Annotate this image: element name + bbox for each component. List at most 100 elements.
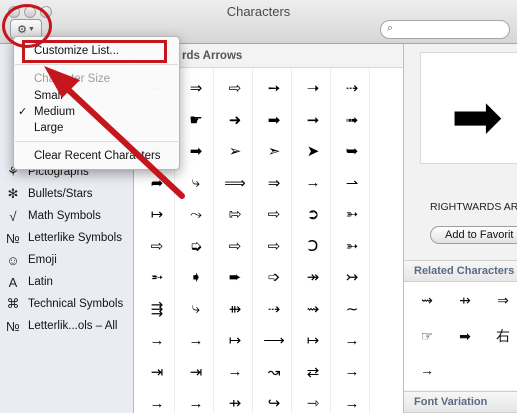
add-to-favorites-button[interactable]: Add to Favorit — [430, 226, 517, 244]
character-cell[interactable]: → — [179, 389, 213, 413]
character-cell[interactable]: → — [335, 326, 369, 354]
character-cell[interactable]: ➧ — [179, 263, 213, 291]
related-character[interactable]: ⇝ — [412, 286, 442, 314]
character-cell[interactable]: → — [335, 358, 369, 386]
numero-icon: № — [6, 318, 20, 334]
character-cell[interactable]: ⇥ — [140, 358, 174, 386]
character-cell[interactable]: ➡ — [179, 137, 213, 165]
related-character[interactable]: ☞ — [412, 322, 442, 350]
related-character[interactable]: 右 — [488, 322, 517, 350]
search-input[interactable] — [401, 22, 505, 38]
character-cell[interactable]: → — [140, 389, 174, 413]
character-cell[interactable]: ⇝ — [296, 295, 330, 323]
sidebar-item-letterlike-symbols[interactable]: № Letterlike Symbols — [0, 227, 134, 249]
menu-item-medium[interactable]: ✓ Medium — [14, 104, 179, 121]
star-icon: ✻ — [7, 186, 19, 201]
character-cell[interactable]: ⇥ — [179, 358, 213, 386]
grid-divider — [252, 68, 253, 413]
character-cell[interactable]: ➵ — [140, 263, 174, 291]
character-cell[interactable]: ⇀ — [335, 169, 369, 197]
character-cell[interactable]: ⤷ — [179, 169, 213, 197]
related-character[interactable]: → — [412, 356, 442, 384]
sidebar-item-technical-symbols[interactable]: ⌘ Technical Symbols — [0, 293, 134, 315]
character-cell[interactable]: ➤ — [296, 137, 330, 165]
character-cell[interactable]: → — [296, 169, 330, 197]
character-cell[interactable]: → — [335, 389, 369, 413]
character-preview: ➡ — [420, 52, 517, 164]
character-cell[interactable]: ➝ — [296, 74, 330, 102]
character-cell[interactable]: → — [218, 358, 252, 386]
character-cell[interactable]: ➡ — [257, 106, 291, 134]
search-field[interactable]: ⌕ — [380, 20, 510, 39]
character-cell[interactable]: ➟ — [335, 106, 369, 134]
numero-icon: № — [6, 230, 20, 246]
character-cell[interactable]: ➢ — [218, 137, 252, 165]
character-cell[interactable]: ➞ — [296, 106, 330, 134]
character-cell[interactable]: ⇸ — [218, 389, 252, 413]
character-cell[interactable]: ↦ — [296, 326, 330, 354]
character-cell[interactable]: ⇒ — [179, 74, 213, 102]
sidebar-item-bullets-stars[interactable]: ✻ Bullets/Stars — [0, 183, 134, 205]
character-cell[interactable]: ⇢ — [335, 74, 369, 102]
character-cell[interactable]: → — [140, 326, 174, 354]
menu-item-clear-recent[interactable]: Clear Recent Characters — [14, 148, 179, 165]
character-cell[interactable]: ☛ — [179, 106, 213, 134]
character-cell[interactable]: ⟶ — [257, 326, 291, 354]
character-cell[interactable]: ➜ — [218, 106, 252, 134]
character-cell[interactable]: ➲ — [296, 200, 330, 228]
command-key-icon: ⌘ — [6, 296, 20, 311]
related-characters-header[interactable]: Related Characters — [404, 260, 517, 282]
preview-glyph: ➡ — [451, 83, 503, 152]
menu-separator — [15, 64, 178, 65]
character-cell[interactable]: ⤷ — [179, 295, 213, 323]
character-cell[interactable]: ⤳ — [179, 200, 213, 228]
character-cell[interactable]: ⇨ — [218, 232, 252, 260]
font-variation-header[interactable]: Font Variation — [404, 391, 517, 413]
character-cell[interactable]: ⇨ — [257, 200, 291, 228]
character-cell[interactable]: ⇾ — [296, 389, 330, 413]
character-cell[interactable]: ⇒ — [257, 169, 291, 197]
character-cell[interactable]: Ↄ — [296, 232, 330, 260]
character-cell[interactable]: ➨ — [218, 263, 252, 291]
character-cell[interactable]: ➳ — [335, 200, 369, 228]
character-cell[interactable]: ⇨ — [218, 74, 252, 102]
character-cell[interactable]: ⇨ — [257, 232, 291, 260]
character-cell[interactable]: ➭ — [179, 232, 213, 260]
category-header-label: rds Arrows — [182, 50, 243, 62]
character-cell[interactable]: ↠ — [296, 263, 330, 291]
related-character[interactable]: ⇸ — [450, 286, 480, 314]
sidebar-item-math-symbols[interactable]: √ Math Symbols — [0, 205, 134, 227]
sidebar-item-letterlike-all[interactable]: № Letterlik...ols – All — [0, 315, 134, 337]
character-cell[interactable]: ⟹ — [218, 169, 252, 197]
search-icon: ⌕ — [387, 22, 394, 34]
sidebar-item-emoji[interactable]: ☺ Emoji — [0, 249, 134, 271]
character-cell[interactable]: ⇄ — [296, 358, 330, 386]
character-cell[interactable]: ➣ — [257, 137, 291, 165]
related-character[interactable]: ➡ — [450, 322, 480, 350]
character-cell[interactable]: ➳ — [335, 232, 369, 260]
character-cell[interactable]: ↣ — [335, 263, 369, 291]
menu-item-large[interactable]: Large — [14, 120, 179, 137]
character-cell[interactable]: ➥ — [335, 137, 369, 165]
related-character[interactable]: ⇒ — [488, 286, 517, 314]
character-cell[interactable]: ↪ — [257, 389, 291, 413]
character-cell[interactable]: ∼ — [335, 295, 369, 323]
character-cell[interactable]: ➦ — [140, 169, 174, 197]
character-cell[interactable]: ⇨ — [140, 232, 174, 260]
related-characters-grid: ⇝ ⇸ ⇒ ☞ ➡ 右 → — [404, 282, 517, 390]
sidebar-item-latin[interactable]: A Latin — [0, 271, 134, 293]
menu-item-small[interactable]: Small — [14, 88, 179, 105]
character-cell[interactable]: ↦ — [140, 200, 174, 228]
character-cell[interactable]: ⇰ — [218, 200, 252, 228]
character-cell[interactable]: ⇶ — [140, 295, 174, 323]
latin-letter-icon: A — [8, 274, 18, 290]
grid-divider — [369, 68, 370, 413]
character-cell[interactable]: ➩ — [257, 263, 291, 291]
character-cell[interactable]: ↦ — [218, 326, 252, 354]
character-cell[interactable]: ↝ — [257, 358, 291, 386]
character-cell[interactable]: ⇻ — [218, 295, 252, 323]
character-cell[interactable]: → — [179, 326, 213, 354]
character-cell[interactable]: ⇢ — [257, 295, 291, 323]
character-cell[interactable]: ➙ — [257, 74, 291, 102]
sidebar-item-label: Latin — [28, 276, 53, 288]
